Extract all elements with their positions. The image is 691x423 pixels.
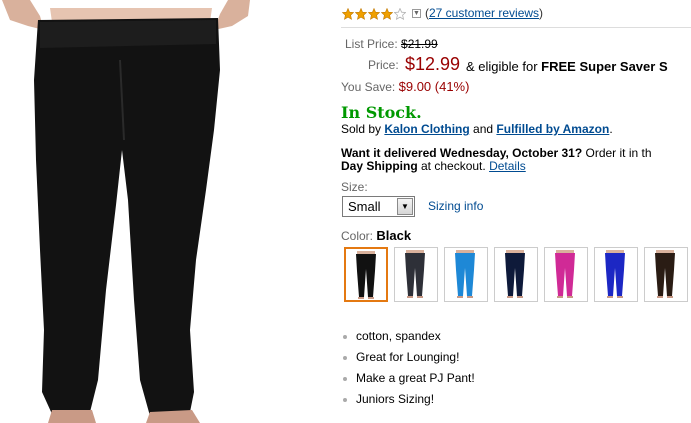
color-label-row: Color: Black: [341, 228, 411, 243]
paren: ): [539, 6, 544, 20]
rating-dropdown-icon[interactable]: ▼: [412, 9, 421, 18]
color-selected-value: Black: [376, 228, 412, 243]
feature-bullet: Make a great PJ Pant!: [341, 368, 475, 389]
feature-bullet: cotton, spandex: [341, 326, 475, 347]
sold-by-prefix: Sold by: [341, 122, 382, 136]
list-price-label: List Price:: [345, 37, 398, 51]
and-text: and: [473, 122, 494, 136]
eligible-text: & eligible for: [466, 59, 538, 74]
color-swatch[interactable]: [444, 247, 488, 302]
star-icon: [354, 7, 368, 20]
star-icon: [341, 7, 355, 20]
pants-thumbnail-icon: [605, 250, 625, 298]
delivery-headline: Want it delivered Wednesday, October 31?…: [341, 146, 652, 160]
size-selected-value: Small: [348, 199, 381, 214]
pants-thumbnail-icon: [555, 250, 575, 298]
feature-bullet: Great for Lounging!: [341, 347, 475, 368]
color-swatch[interactable]: [344, 247, 388, 302]
pants-thumbnail-icon: [455, 250, 475, 298]
chevron-down-icon[interactable]: ▼: [397, 198, 413, 215]
reviews-link-wrapper: (27 customer reviews): [425, 6, 543, 20]
color-swatch[interactable]: [494, 247, 538, 302]
color-swatch[interactable]: [544, 247, 588, 302]
customer-reviews-link[interactable]: 27 customer reviews: [429, 6, 539, 20]
star-empty-icon: [393, 7, 407, 21]
black-yoga-pants-photo: [2, 0, 250, 423]
list-price-row: List Price: $21.99: [345, 37, 438, 51]
pants-thumbnail-icon: [356, 251, 376, 299]
you-save-row: You Save: $9.00 (41%): [341, 79, 469, 94]
color-swatch[interactable]: [394, 247, 438, 302]
delivery-date: Want it delivered Wednesday, October 31?: [341, 146, 583, 160]
color-label: Color:: [341, 229, 374, 243]
you-save-label: You Save:: [341, 80, 396, 94]
size-select[interactable]: Small ▼: [342, 196, 415, 217]
delivery-line2: Day Shipping at checkout. Details: [341, 159, 526, 173]
in-stock-status: In Stock.: [341, 103, 422, 122]
size-label: Size:: [341, 180, 368, 194]
pants-thumbnail-icon: [505, 250, 525, 298]
price-value: $12.99: [405, 54, 461, 74]
pants-thumbnail-icon: [405, 250, 425, 298]
checkout-text: at checkout.: [417, 159, 486, 173]
list-price-value: $21.99: [401, 37, 438, 51]
free-shipping-text: FREE Super Saver S: [541, 59, 668, 74]
shipping-eligibility: & eligible for FREE Super Saver S: [466, 59, 668, 74]
day-shipping-text: Day Shipping: [341, 159, 418, 173]
sold-by-row: Sold by Kalon Clothing and Fulfilled by …: [341, 122, 613, 136]
feature-bullet: Juniors Sizing!: [341, 389, 475, 410]
buy-box: ▼ (27 customer reviews) List Price: $21.…: [341, 0, 691, 423]
divider: [341, 27, 691, 28]
star-icon: [367, 7, 381, 20]
order-text: Order it in th: [582, 146, 652, 160]
color-swatch[interactable]: [644, 247, 688, 302]
product-image[interactable]: [0, 0, 330, 423]
details-link[interactable]: Details: [489, 159, 526, 173]
star-icon: [380, 7, 394, 20]
seller-link[interactable]: Kalon Clothing: [384, 122, 469, 136]
you-save-value: $9.00 (41%): [398, 79, 470, 94]
color-swatch[interactable]: [594, 247, 638, 302]
feature-bullets: cotton, spandex Great for Lounging! Make a…: [341, 326, 475, 410]
price-label: Price:: [368, 58, 399, 72]
fulfilled-by-amazon-link[interactable]: Fulfilled by Amazon: [496, 122, 609, 136]
sizing-info-link[interactable]: Sizing info: [428, 199, 483, 213]
period: .: [609, 122, 613, 136]
pants-thumbnail-icon: [655, 250, 675, 298]
